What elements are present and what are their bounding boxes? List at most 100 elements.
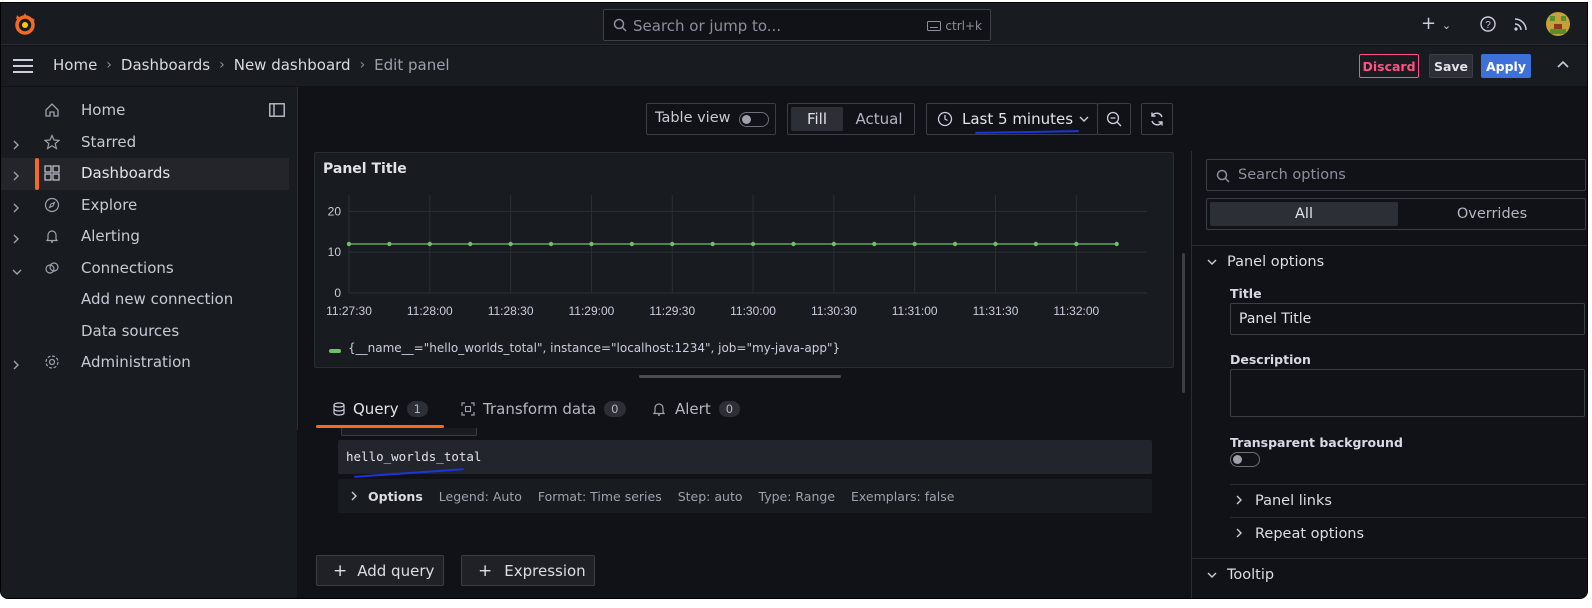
section-label: Repeat options (1255, 526, 1365, 542)
chevron-down-icon[interactable] (11, 262, 23, 281)
fill-button[interactable]: Fill (791, 107, 843, 131)
sidebar-item-home[interactable]: Home (1, 95, 289, 127)
tab-transform-data[interactable]: Transform data 0 (461, 395, 626, 423)
breadcrumb-new-dashboard[interactable]: New dashboard (234, 56, 351, 74)
resize-handle[interactable] (639, 375, 841, 378)
options-pane: Search options All Overrides Panel optio… (1191, 87, 1587, 598)
divider (1230, 517, 1585, 518)
search-icon (613, 18, 627, 32)
time-range-picker[interactable]: Last 5 minutes (926, 103, 1098, 135)
option-type: Type: Range (758, 488, 836, 504)
query-options-row[interactable]: Options Legend: Auto Format: Time series… (338, 479, 1152, 513)
sidebar-item-label: Alerting (81, 227, 140, 245)
x-tick-label: 11:29:30 (649, 304, 695, 318)
scrollbar[interactable] (1182, 253, 1185, 393)
dock-menu-icon[interactable] (269, 103, 285, 117)
breadcrumb-home[interactable]: Home (53, 56, 97, 74)
legend-label[interactable]: {__name__="hello_worlds_total", instance… (348, 341, 840, 355)
add-new-button[interactable]: + ⌄ (1421, 13, 1451, 34)
sidebar-item-administration[interactable]: Administration (1, 347, 289, 379)
title-field-label: Title (1230, 286, 1262, 301)
add-query-label: Add query (357, 561, 435, 580)
avatar[interactable] (1546, 12, 1570, 36)
sidebar-item-explore[interactable]: Explore (1, 190, 289, 222)
switch-knob (742, 115, 751, 124)
tab-count-badge: 0 (604, 401, 626, 417)
actual-button[interactable]: Actual (848, 107, 910, 131)
filter-overrides-button[interactable]: Overrides (1400, 202, 1584, 226)
chevron-right-icon (1235, 526, 1243, 542)
title-input[interactable]: Panel Title (1230, 303, 1585, 335)
chevron-right-icon[interactable] (11, 167, 21, 186)
tab-query[interactable]: Query 1 (333, 395, 428, 423)
search-input[interactable]: Search or jump to... ctrl+k (603, 9, 991, 41)
clock-icon (937, 111, 953, 127)
apply-button[interactable]: Apply (1481, 54, 1531, 78)
repeat-options-section-header[interactable]: Repeat options (1235, 526, 1364, 542)
transparent-background-switch[interactable] (1230, 452, 1260, 467)
home-icon (44, 102, 60, 118)
chevron-right-icon[interactable] (11, 199, 21, 218)
discard-button[interactable]: Discard (1359, 54, 1419, 78)
refresh-button[interactable] (1141, 103, 1173, 135)
table-view-toggle[interactable]: Table view (646, 103, 776, 135)
options-toggle[interactable]: Options (350, 489, 423, 504)
news-rss-icon[interactable] (1513, 16, 1529, 32)
data-point (912, 241, 917, 247)
filter-all-button[interactable]: All (1210, 202, 1398, 226)
transparent-background-label: Transparent background (1230, 435, 1403, 450)
data-point (872, 241, 877, 247)
tooltip-section-header[interactable]: Tooltip (1207, 567, 1274, 583)
data-point (952, 241, 958, 247)
add-query-button[interactable]: + Add query (316, 555, 444, 586)
panel-title: Panel Title (323, 161, 407, 177)
sidebar-item-data-sources[interactable]: Data sources (1, 316, 289, 348)
sidebar-item-connections[interactable]: Connections (1, 253, 289, 285)
data-point (831, 241, 837, 247)
save-button[interactable]: Save (1429, 54, 1473, 78)
apps-icon (44, 165, 60, 181)
panel-options-section-header[interactable]: Panel options (1207, 254, 1324, 270)
x-tick-label: 11:29:00 (569, 304, 615, 318)
menu-icon[interactable] (13, 59, 33, 73)
x-tick-label: 11:31:00 (892, 304, 938, 318)
sidebar-item-starred[interactable]: Starred (1, 127, 289, 159)
shortcut-hint: ctrl+k (927, 19, 982, 33)
chevron-up-icon[interactable] (1556, 59, 1570, 69)
chevron-right-icon[interactable] (11, 356, 21, 375)
data-point (750, 241, 756, 247)
sidebar-item-dashboards[interactable]: Dashboards (1, 158, 289, 190)
table-view-switch[interactable] (739, 112, 769, 127)
data-point (346, 241, 352, 247)
data-point (629, 241, 635, 247)
zoom-out-button[interactable] (1097, 103, 1131, 135)
tab-count-badge: 1 (406, 401, 428, 417)
y-tick-label: 20 (328, 204, 342, 218)
x-tick-label: 11:30:30 (811, 304, 857, 318)
chevron-down-icon (1079, 115, 1089, 123)
chevron-right-icon[interactable] (11, 136, 21, 155)
divider (1191, 245, 1587, 246)
panel-preview: Panel Title 0 10 20 11:27:30 11:28:00 11:28:3… (314, 152, 1174, 368)
breadcrumb-dashboards[interactable]: Dashboards (121, 56, 210, 74)
table-view-label: Table view (655, 110, 731, 126)
data-point (387, 241, 392, 247)
legend-swatch (329, 349, 341, 353)
grafana-logo-icon[interactable] (13, 12, 37, 38)
builder-toggle-clipped[interactable] (341, 428, 477, 436)
help-icon[interactable]: ? (1480, 16, 1496, 32)
tab-alert[interactable]: Alert 0 (653, 395, 741, 423)
switch-knob (1233, 455, 1242, 464)
sidebar-item-alerting[interactable]: Alerting (1, 221, 289, 253)
search-options-input[interactable]: Search options (1206, 159, 1586, 191)
chevron-right-icon[interactable] (11, 230, 21, 249)
expression-button[interactable]: + Expression (461, 555, 595, 586)
description-textarea[interactable] (1230, 369, 1585, 417)
query-code-field[interactable]: hello_worlds_total (338, 440, 1152, 478)
panel-links-section-header[interactable]: Panel links (1235, 493, 1332, 509)
plus-icon: + (1421, 13, 1437, 34)
option-format: Format: Time series (537, 488, 662, 504)
sidebar-item-add-new-connection[interactable]: Add new connection (1, 284, 289, 316)
tab-label: Transform data (483, 400, 597, 418)
sidebar-item-label: Data sources (81, 322, 180, 340)
